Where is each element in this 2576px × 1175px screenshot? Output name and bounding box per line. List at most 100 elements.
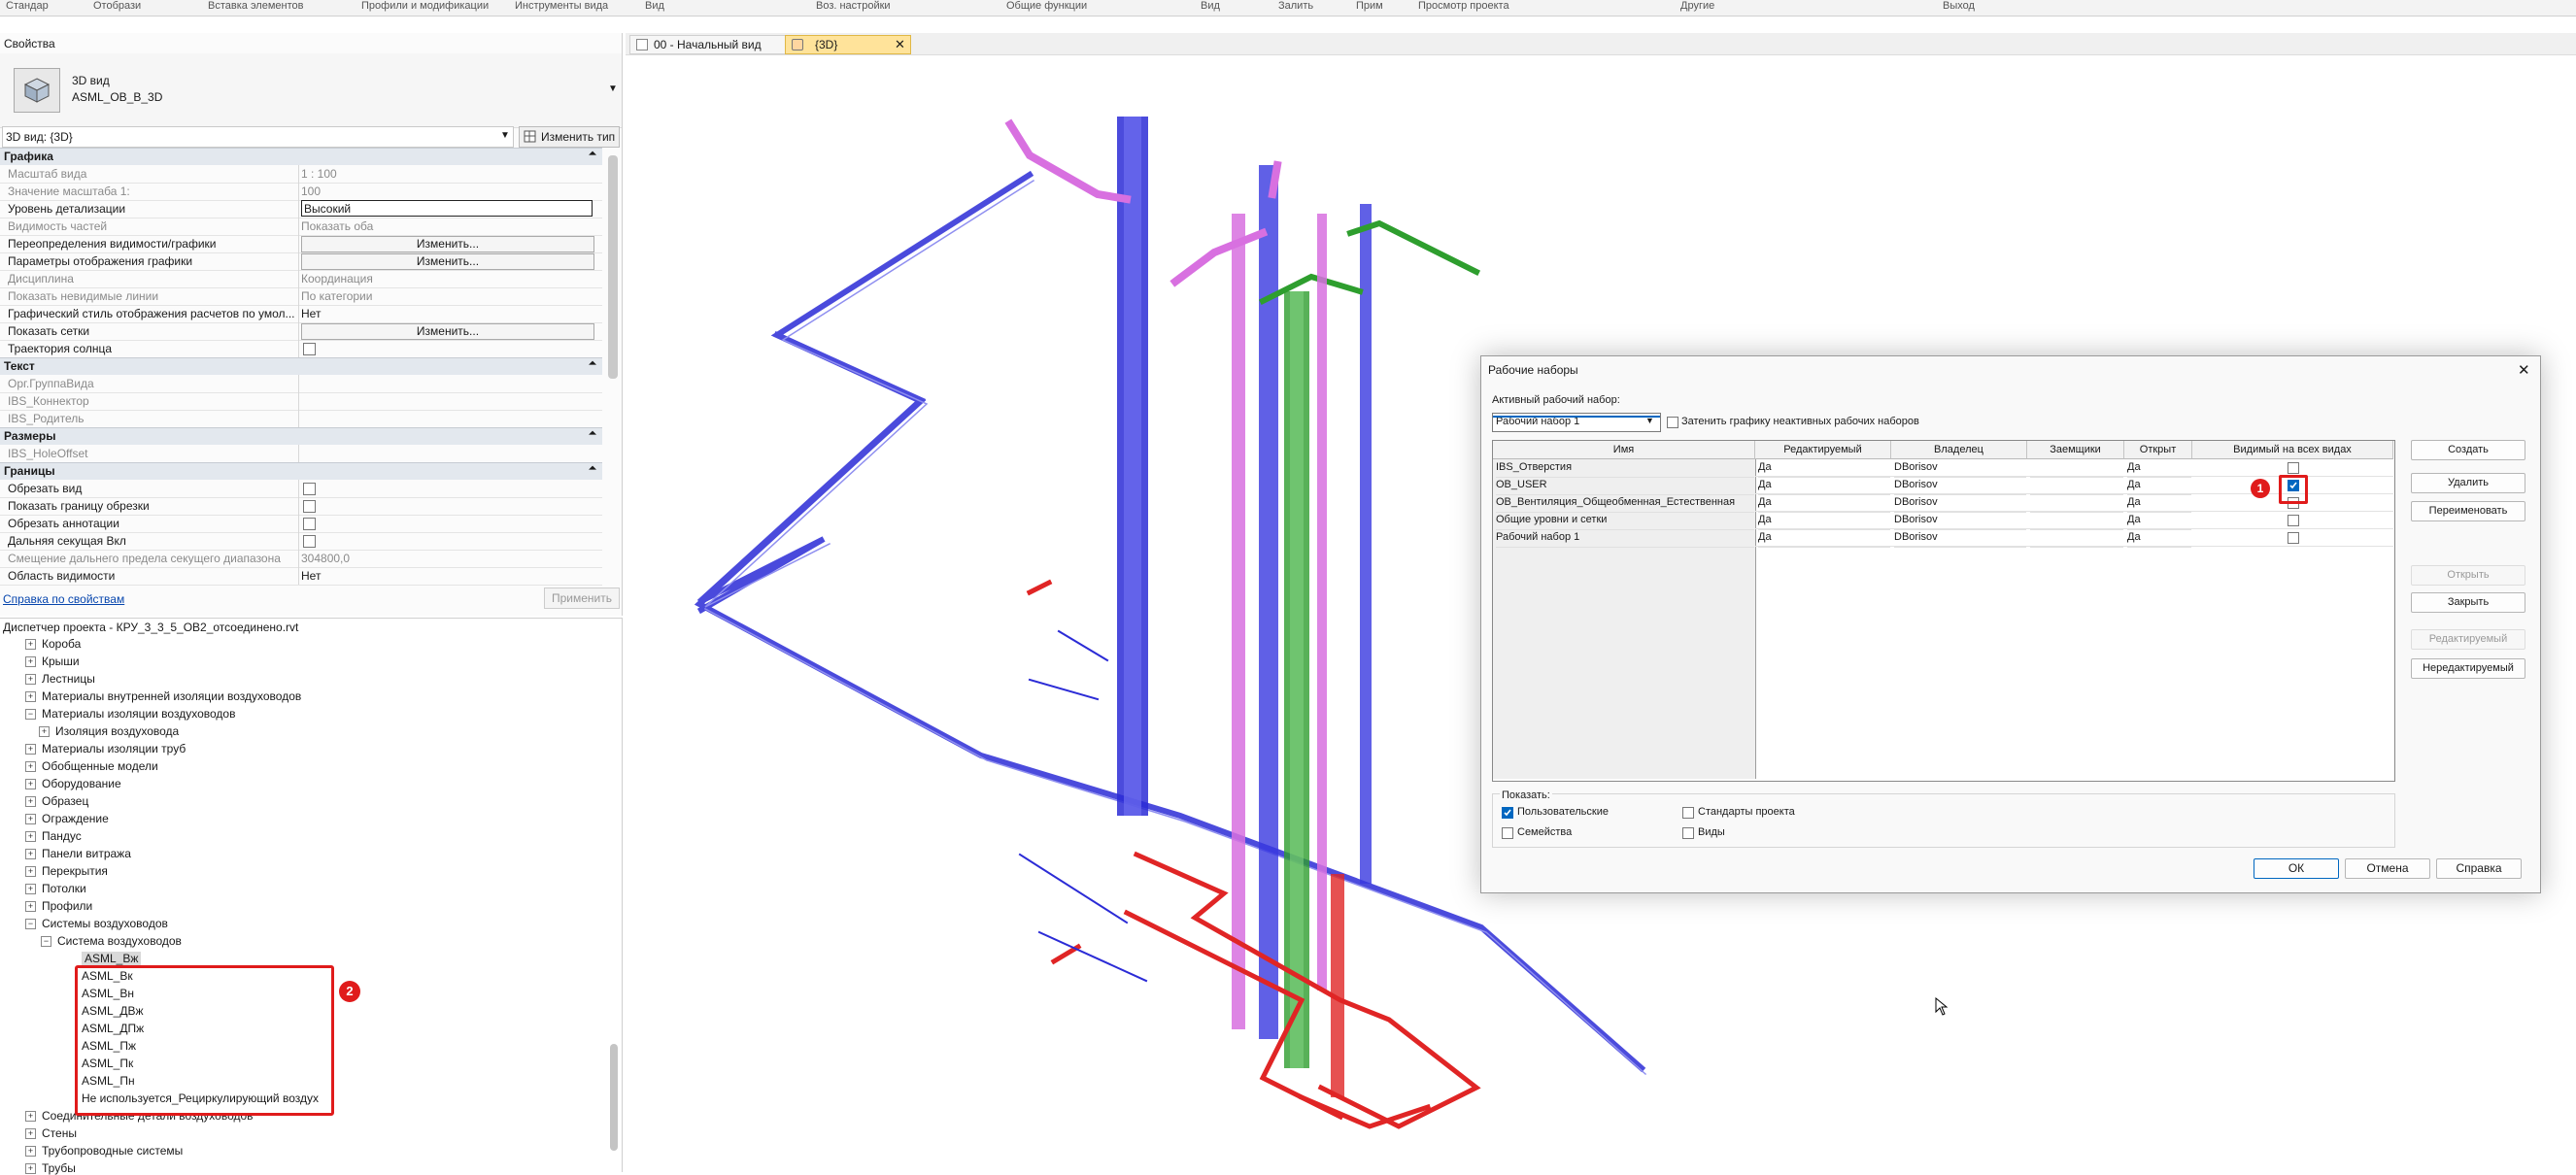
prop-value[interactable]: Нет xyxy=(301,569,321,583)
collapse-icon[interactable]: − xyxy=(41,936,51,947)
tab-3d[interactable]: {3D} ✕ xyxy=(785,35,911,54)
ribbon-item[interactable]: Общие функции xyxy=(1006,0,1087,12)
tab-start-view[interactable]: 00 - Начальный вид xyxy=(629,35,787,54)
browser-tree-node[interactable]: + Образец xyxy=(25,794,88,808)
ribbon-item[interactable]: Залить xyxy=(1278,0,1313,12)
column-header[interactable]: Видимый на всех видах xyxy=(2192,441,2393,459)
section-dimensions[interactable]: Размеры ⏶ xyxy=(0,427,602,445)
column-header[interactable]: Редактируемый xyxy=(1755,441,1891,459)
vg-overrides-edit-button[interactable]: Изменить... xyxy=(301,236,594,252)
browser-tree-node[interactable]: + Пандус xyxy=(25,829,82,843)
expand-icon[interactable]: + xyxy=(25,761,36,772)
apply-button[interactable]: Применить xyxy=(544,588,620,609)
delete-button[interactable]: Удалить xyxy=(2411,473,2525,493)
collapse-icon[interactable]: − xyxy=(25,919,36,929)
ribbon-item[interactable]: Другие xyxy=(1680,0,1714,12)
collapse-icon[interactable]: ⏶ xyxy=(589,463,596,474)
display-options-edit-button[interactable]: Изменить... xyxy=(301,253,594,270)
browser-tree-node[interactable]: + Стены xyxy=(25,1126,77,1140)
crop-view-checkbox[interactable] xyxy=(303,483,316,495)
section-text[interactable]: Текст ⏶ xyxy=(0,357,602,375)
browser-tree-node[interactable]: + Панели витража xyxy=(25,847,131,860)
chevron-down-icon[interactable]: ▼ xyxy=(608,84,618,94)
expand-icon[interactable]: + xyxy=(25,691,36,702)
collapse-icon[interactable]: − xyxy=(25,709,36,720)
expand-icon[interactable]: + xyxy=(25,1163,36,1174)
edit-type-button[interactable]: Изменить тип xyxy=(519,126,620,148)
expand-icon[interactable]: + xyxy=(25,1146,36,1157)
collapse-icon[interactable]: ⏶ xyxy=(589,149,596,159)
far-clip-checkbox[interactable] xyxy=(303,535,316,548)
workset-name-cell[interactable]: IBS_Отверстия xyxy=(1496,459,1754,478)
browser-tree-node[interactable]: + Изоляция воздуховода xyxy=(39,724,179,738)
crop-region-checkbox[interactable] xyxy=(303,500,316,513)
workset-name-cell[interactable]: OB_Вентиляция_Общеобменная_Естественная xyxy=(1496,494,1754,513)
column-header[interactable]: Открыт xyxy=(2124,441,2192,459)
show-views-checkbox[interactable] xyxy=(1682,827,1694,839)
expand-icon[interactable]: + xyxy=(25,796,36,807)
column-header[interactable]: Имя xyxy=(1493,441,1755,459)
expand-icon[interactable]: + xyxy=(25,1111,36,1122)
close-icon[interactable]: ✕ xyxy=(895,37,905,52)
collapse-icon[interactable]: ⏶ xyxy=(589,358,596,369)
browser-tree-node[interactable]: + Потолки xyxy=(25,882,86,895)
browser-tree-node[interactable]: + Профили xyxy=(25,899,92,913)
expand-icon[interactable]: + xyxy=(25,779,36,789)
expand-icon[interactable]: + xyxy=(25,849,36,859)
browser-tree-node[interactable]: + Короба xyxy=(25,637,81,651)
expand-icon[interactable]: + xyxy=(25,866,36,877)
browser-tree-node[interactable]: + Ограждение xyxy=(25,812,109,825)
show-families-checkbox[interactable] xyxy=(1502,827,1513,839)
active-workset-select[interactable]: Рабочий набор 1 ▼ xyxy=(1492,413,1661,432)
ribbon-item[interactable]: Просмотр проекта xyxy=(1418,0,1509,12)
instance-selector[interactable]: 3D вид: {3D} ▼ xyxy=(2,126,514,148)
browser-scrollbar[interactable] xyxy=(610,1044,618,1151)
visible-all-views-checkbox[interactable] xyxy=(2288,532,2299,544)
properties-help-link[interactable]: Справка по свойствам xyxy=(3,592,124,606)
ribbon-item[interactable]: Профили и модификации xyxy=(361,0,489,12)
browser-tree-node[interactable]: + Материалы изоляции труб xyxy=(25,742,186,755)
browser-tree-node[interactable]: + Перекрытия xyxy=(25,864,108,878)
section-graphics[interactable]: Графика ⏶ xyxy=(0,148,602,165)
visible-all-views-checkbox[interactable] xyxy=(2288,515,2299,526)
workset-name-cell[interactable]: OB_USER xyxy=(1496,477,1754,495)
expand-icon[interactable]: + xyxy=(25,639,36,650)
browser-tree-node[interactable]: + Обобщенные модели xyxy=(25,759,158,773)
column-header[interactable]: Владелец xyxy=(1891,441,2027,459)
editable-button[interactable]: Редактируемый xyxy=(2411,629,2525,650)
rename-button[interactable]: Переименовать xyxy=(2411,501,2525,521)
ribbon-item[interactable]: Стандар xyxy=(6,0,49,12)
browser-tree-node[interactable]: + Трубы xyxy=(25,1161,76,1175)
crop-annotation-checkbox[interactable] xyxy=(303,518,316,530)
expand-icon[interactable]: + xyxy=(25,1128,36,1139)
detail-level-field[interactable]: Высокий xyxy=(301,200,593,217)
create-button[interactable]: Создать xyxy=(2411,440,2525,460)
ok-button[interactable]: ОК xyxy=(2254,858,2339,879)
workset-name-cell[interactable]: Рабочий набор 1 xyxy=(1496,529,1754,548)
show-standards-checkbox[interactable] xyxy=(1682,807,1694,819)
prop-value[interactable]: Координация xyxy=(301,272,373,285)
sun-path-checkbox[interactable] xyxy=(303,343,316,355)
visible-all-views-checkbox[interactable] xyxy=(2288,462,2299,474)
ribbon-item[interactable]: Прим xyxy=(1356,0,1383,12)
properties-scrollbar[interactable] xyxy=(608,155,618,379)
browser-tree-node[interactable]: − Системы воздуховодов xyxy=(25,917,168,930)
ribbon-item[interactable]: Отобрази xyxy=(93,0,141,12)
browser-tree-node[interactable]: + Лестницы xyxy=(25,672,95,686)
ribbon-item[interactable]: Вид xyxy=(645,0,664,12)
browser-tree-node[interactable]: + Материалы внутренней изоляции воздухово… xyxy=(25,689,301,703)
cancel-button[interactable]: Отмена xyxy=(2345,858,2430,879)
ribbon-item[interactable]: Инструменты вида xyxy=(515,0,608,12)
expand-icon[interactable]: + xyxy=(25,884,36,894)
prop-value[interactable]: По категории xyxy=(301,289,372,303)
show-grids-edit-button[interactable]: Изменить... xyxy=(301,323,594,340)
browser-tree-node[interactable]: + Крыши xyxy=(25,655,80,668)
help-button[interactable]: Справка xyxy=(2436,858,2522,879)
collapse-icon[interactable]: ⏶ xyxy=(589,428,596,439)
dim-inactive-checkbox[interactable] xyxy=(1667,417,1678,428)
show-user-checkbox[interactable] xyxy=(1502,807,1513,819)
workset-name-cell[interactable]: Общие уровни и сетки xyxy=(1496,512,1754,530)
expand-icon[interactable]: + xyxy=(25,831,36,842)
section-extents[interactable]: Границы ⏶ xyxy=(0,462,602,480)
ribbon-item[interactable]: Вид xyxy=(1201,0,1220,12)
